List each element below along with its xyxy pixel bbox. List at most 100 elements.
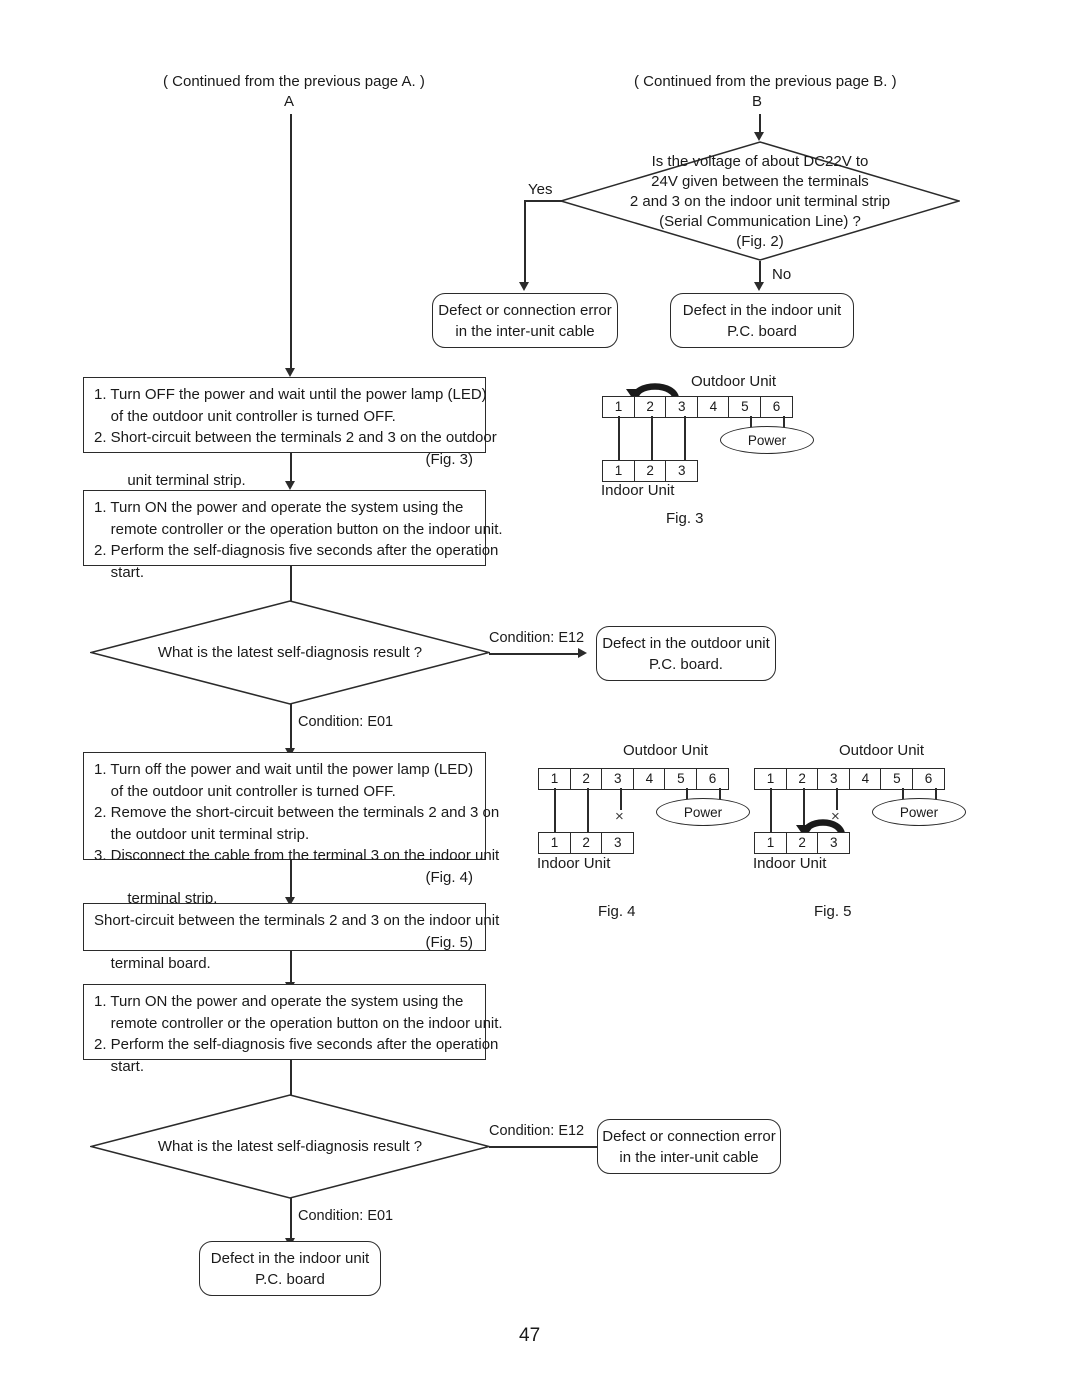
- proc3-line-1: 1. Turn off the power and wait until the…: [94, 761, 474, 778]
- fig3-indoor-terminal-3: 3: [665, 460, 699, 482]
- decision-selfdiagnosis-1: What is the latest self-diagnosis result…: [88, 600, 492, 705]
- fig3-caption: Fig. 3: [666, 510, 704, 527]
- decision-voltage-line-1: Is the voltage of about DC22V to: [651, 153, 869, 170]
- process-box-remove-short-and-disconnect: 1. Turn off the power and wait until the…: [83, 752, 500, 907]
- connector-decision2-e12: [489, 1146, 599, 1148]
- proc5-line-3: 2. Perform the self-diagnosis five secon…: [94, 1036, 499, 1053]
- fig5-indoor-terminal-3: 3: [817, 832, 851, 854]
- connector-decision1-e12: [489, 653, 581, 655]
- fig4-wire-2: [587, 788, 589, 833]
- proc5-line-2: remote controller or the operation butto…: [94, 1014, 503, 1032]
- fig3-outdoor-terminal-1: 1: [602, 396, 635, 418]
- fig4-wire-3-cut: [620, 788, 622, 810]
- proc5-line-4: start.: [94, 1057, 145, 1075]
- fig3-power-oval: Power: [720, 426, 814, 454]
- proc3-fig-ref: (Fig. 4): [425, 868, 473, 886]
- fig5-wire-3-cut: [836, 788, 838, 810]
- result-interunit-top-line-1: Defect or connection error: [438, 301, 612, 319]
- result-box-interunit-cable-top: Defect or connection error in the inter-…: [432, 293, 618, 348]
- figure-3: Outdoor Unit 1 2 3 4 5 6 Power 1 2 3 Ind…: [596, 372, 826, 527]
- process-box-turn-off-and-short: 1. Turn OFF the power and wait until the…: [83, 377, 497, 489]
- fig4-outdoor-unit-label: Outdoor Unit: [623, 742, 709, 759]
- proc3-line-4: the outdoor unit terminal strip.: [94, 825, 310, 843]
- decision1-e12-label: Condition: E12: [489, 630, 585, 646]
- proc4-line-2: terminal board.: [110, 955, 211, 972]
- fig3-wire-1: [618, 416, 620, 461]
- fig3-outdoor-terminal-strip: 1 2 3 4 5 6: [602, 396, 794, 418]
- fig5-indoor-terminal-2: 2: [785, 832, 819, 854]
- fig4-indoor-terminal-1: 1: [538, 832, 571, 854]
- proc3-line-3: 2. Remove the short-circuit between the …: [94, 804, 500, 821]
- result-indoor-pcb-top-line-1: Defect in the indoor unit: [682, 301, 842, 319]
- fig4-indoor-unit-label: Indoor Unit: [537, 855, 611, 872]
- result-outdoor-pcb-line-2: P.C. board.: [649, 655, 723, 673]
- proc3-line-5: 3. Disconnect the cable from the termina…: [94, 847, 500, 864]
- result-indoor-pcb-top-line-2: P.C. board: [727, 322, 797, 340]
- fig5-power-oval: Power: [872, 798, 966, 826]
- proc3-line-2: of the outdoor unit controller is turned…: [94, 782, 396, 800]
- figure-5: Outdoor Unit 1 2 3 4 5 6 × Power 1 2 3 I…: [748, 742, 978, 920]
- result-interunit-bottom-line-2: in the inter-unit cable: [619, 1148, 759, 1166]
- fig3-indoor-terminal-1: 1: [602, 460, 635, 482]
- decision2-e01-label: Condition: E01: [298, 1208, 394, 1224]
- page-root: { "page": { "number": "47" }, "headers":…: [0, 0, 1080, 1397]
- fig4-indoor-terminal-2: 2: [569, 832, 603, 854]
- decision-voltage-line-3: 2 and 3 on the indoor unit terminal stri…: [629, 193, 891, 210]
- process-box-turn-on-and-selfdiagnose-1: 1. Turn ON the power and operate the sys…: [83, 490, 503, 581]
- header-continued-from-page-a: ( Continued from the previous page A. ): [163, 73, 425, 90]
- fig5-outdoor-terminal-3: 3: [817, 768, 851, 790]
- proc1-line-4: unit terminal strip.: [110, 472, 246, 489]
- fig4-outdoor-terminal-strip: 1 2 3 4 5 6: [538, 768, 730, 790]
- fig5-outdoor-terminal-5: 5: [880, 768, 914, 790]
- result-box-indoor-pcb-top: Defect in the indoor unit P.C. board: [670, 293, 854, 348]
- connector-tag-a: A: [284, 93, 295, 110]
- fig4-wire-1: [554, 788, 556, 833]
- fig4-outdoor-terminal-1: 1: [538, 768, 571, 790]
- decision2-e12-label: Condition: E12: [489, 1123, 585, 1139]
- proc1-fig-ref: (Fig. 3): [425, 450, 473, 468]
- fig5-outdoor-terminal-4: 4: [848, 768, 882, 790]
- fig5-outdoor-terminal-strip: 1 2 3 4 5 6: [754, 768, 946, 790]
- fig3-outdoor-terminal-2: 2: [633, 396, 667, 418]
- fig3-wire-3: [684, 416, 686, 461]
- decision-selfdiagnosis-1-text: What is the latest self-diagnosis result…: [157, 644, 423, 661]
- fig4-outdoor-terminal-5: 5: [664, 768, 698, 790]
- result-indoor-pcb-bottom-line-1: Defect in the indoor unit: [210, 1249, 370, 1267]
- connector-decision2-e01: [290, 1198, 292, 1242]
- connector-proc3-to-proc4: [290, 860, 292, 901]
- arrowhead-yes-to-interunit-box: [519, 282, 529, 291]
- process-box-shortcircuit-indoor: Short-circuit between the terminals 2 an…: [83, 903, 499, 972]
- connector-yes-vertical: [524, 200, 526, 284]
- fig5-outdoor-unit-label: Outdoor Unit: [839, 742, 925, 759]
- figure-4: Outdoor Unit 1 2 3 4 5 6 × Power 1 2 3 I…: [532, 742, 762, 920]
- fig4-outdoor-terminal-3: 3: [601, 768, 635, 790]
- fig3-indoor-unit-label: Indoor Unit: [601, 482, 675, 499]
- fig3-outdoor-terminal-4: 4: [696, 396, 730, 418]
- fig5-caption: Fig. 5: [814, 903, 852, 920]
- connector-decision1-e01: [290, 704, 292, 752]
- fig5-indoor-terminal-strip: 1 2 3: [754, 832, 851, 854]
- fig3-indoor-terminal-2: 2: [633, 460, 667, 482]
- arrowhead-a-to-proc1: [285, 368, 295, 377]
- decision1-e01-label: Condition: E01: [298, 714, 394, 730]
- result-interunit-bottom-line-1: Defect or connection error: [602, 1127, 776, 1145]
- fig5-wire-1: [770, 788, 772, 833]
- proc2-line-3: 2. Perform the self-diagnosis five secon…: [94, 542, 499, 559]
- result-indoor-pcb-bottom-line-2: P.C. board: [255, 1270, 325, 1288]
- fig3-outdoor-unit-label: Outdoor Unit: [691, 373, 777, 390]
- arrowhead-b-to-decision: [754, 132, 764, 141]
- decision-voltage-line-4: (Serial Communication Line) ?: [659, 213, 861, 230]
- decision-voltage-line-5: (Fig. 2): [736, 233, 784, 250]
- decision-voltage-yes-label: Yes: [528, 181, 553, 198]
- result-box-indoor-pcb-bottom: Defect in the indoor unit P.C. board: [199, 1241, 381, 1296]
- decision-voltage-no-label: No: [772, 266, 792, 283]
- result-box-interunit-cable-bottom: Defect or connection error in the inter-…: [597, 1119, 781, 1174]
- fig5-indoor-terminal-1: 1: [754, 832, 787, 854]
- arrowhead-decision1-e12: [578, 648, 587, 658]
- result-box-outdoor-pcb: Defect in the outdoor unit P.C. board.: [596, 626, 776, 681]
- proc1-line-2: of the outdoor unit controller is turned…: [94, 407, 396, 425]
- fig4-outdoor-terminal-4: 4: [632, 768, 666, 790]
- page-number: 47: [519, 1325, 541, 1346]
- process-box-turn-on-and-selfdiagnose-2: 1. Turn ON the power and operate the sys…: [83, 984, 503, 1075]
- decision-selfdiagnosis-2-text: What is the latest self-diagnosis result…: [157, 1138, 423, 1155]
